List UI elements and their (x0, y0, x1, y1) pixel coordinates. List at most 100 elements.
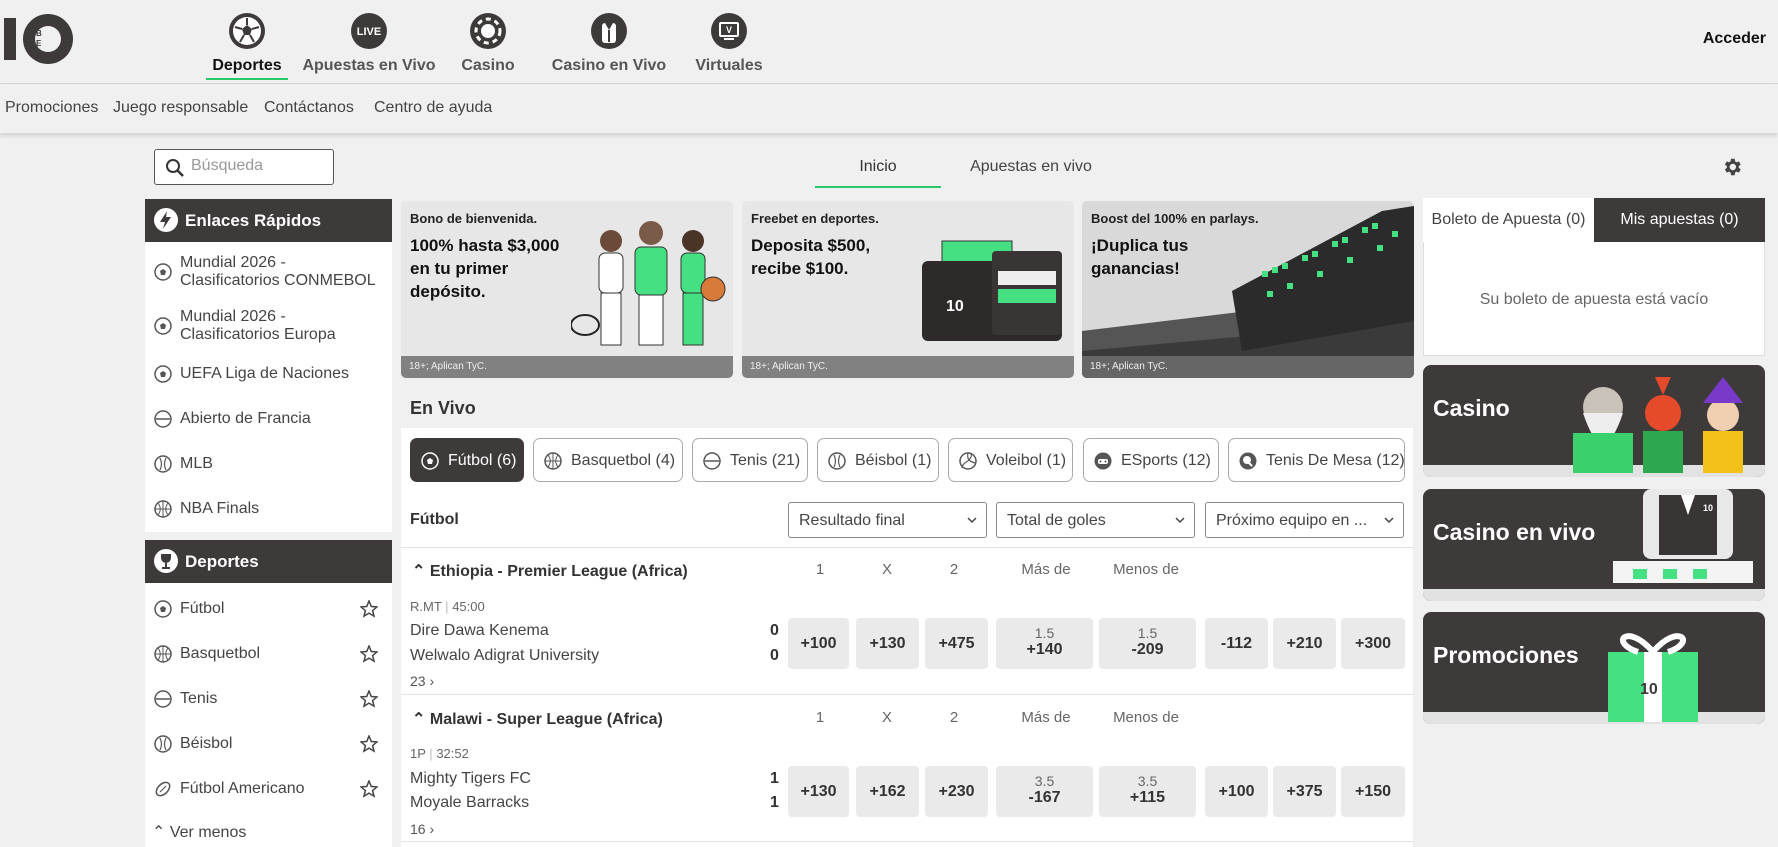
chevron-up-icon: ⌃ (152, 824, 170, 841)
login-link[interactable]: Acceder (1703, 30, 1766, 48)
odd-button-over[interactable]: 3.5 -167 (996, 766, 1093, 817)
soccer-ball-icon (421, 452, 439, 470)
odd-button-under[interactable]: 3.5 +115 (1099, 766, 1196, 817)
league-header[interactable]: ⌃ Ethiopia - Premier League (Africa) (412, 561, 688, 581)
market-select-resultado[interactable]: Resultado final (788, 502, 987, 538)
sidebar-item-beisbol[interactable]: Béisbol (145, 734, 392, 754)
nav-deportes[interactable]: Deportes (206, 12, 288, 80)
athletes-illustration (571, 221, 726, 346)
live-tab-futbol[interactable]: Fútbol (6) (410, 438, 524, 482)
more-markets-link[interactable]: 16 › (410, 821, 434, 837)
promo-card-casino[interactable]: Casino (1423, 365, 1765, 477)
chevron-up-icon: ⌃ (412, 563, 430, 580)
quick-link-item[interactable]: Mundial 2026 - Clasificatorios CONMEBOL (145, 252, 392, 292)
subnav-centro-de-ayuda[interactable]: Centro de ayuda (374, 99, 492, 117)
baseball-icon (154, 455, 172, 473)
star-icon[interactable] (360, 735, 378, 753)
live-tab-basquetbol[interactable]: Basquetbol (4) (533, 438, 683, 482)
scoreboard-illustration (1082, 206, 1414, 378)
soccer-ball-icon (154, 263, 172, 281)
odd-button-next-none[interactable]: +375 (1273, 766, 1336, 817)
card-footer-band (1423, 712, 1765, 724)
live-tab-tenis-de-mesa[interactable]: Tenis De Mesa (12) (1228, 438, 1405, 482)
odd-button-next-none[interactable]: +210 (1273, 618, 1336, 669)
sidebar-item-tenis[interactable]: Tenis (145, 689, 392, 709)
quick-link-item[interactable]: MLB (145, 454, 392, 474)
sidebar-item-futbol-americano[interactable]: Fútbol Americano (145, 779, 392, 799)
live-tab-voleibol[interactable]: Voleibol (1) (948, 438, 1073, 482)
live-tab-esports[interactable]: ESports (12) (1083, 438, 1219, 482)
sidebar-item-label: Fútbol Americano (180, 780, 305, 797)
sidebar-item-basquetbol[interactable]: Basquetbol (145, 644, 392, 664)
subnav-contactanos[interactable]: Contáctanos (264, 99, 354, 117)
show-less-link[interactable]: ⌃ Ver menos (152, 822, 246, 842)
odd-button-away[interactable]: +475 (925, 618, 988, 669)
market-select-proximo-equipo[interactable]: Próximo equipo en ... (1205, 502, 1404, 538)
sports-list: Fútbol Basquetbol Tenis Béisbol Fútbol A… (145, 583, 392, 847)
search-input[interactable] (191, 157, 327, 175)
dropdown-value: Próximo equipo en ... (1216, 512, 1368, 529)
svg-text:10: 10 (1703, 503, 1713, 513)
star-icon[interactable] (360, 780, 378, 798)
search-box[interactable] (154, 149, 334, 185)
tab-my-bets[interactable]: Mis apuestas (0) (1594, 198, 1765, 242)
market-select-total-goles[interactable]: Total de goles (996, 502, 1195, 538)
promo-card-casino-en-vivo[interactable]: Casino en vivo 10 (1423, 489, 1765, 601)
quick-link-item[interactable]: NBA Finals (145, 499, 392, 519)
quick-link-item[interactable]: Abierto de Francia (145, 409, 392, 429)
quick-link-item[interactable]: UEFA Liga de Naciones (145, 364, 392, 384)
odd-button-home[interactable]: +130 (788, 766, 849, 817)
promo-banner-welcome[interactable]: Bono de bienvenida. 100% hasta $3,000 en… (401, 201, 733, 378)
column-header: X (881, 709, 892, 726)
star-icon[interactable] (360, 645, 378, 663)
tab-inicio[interactable]: Inicio (815, 148, 941, 188)
odd-button-over[interactable]: 1.5 +140 (996, 618, 1093, 669)
nav-casino[interactable]: Casino (455, 12, 521, 74)
odd-button-next-home[interactable]: -112 (1205, 618, 1268, 669)
column-header: Menos de (1113, 561, 1179, 578)
nav-casino-en-vivo[interactable]: Casino en Vivo (550, 12, 668, 74)
more-markets-link[interactable]: 23 › (410, 673, 434, 689)
subnav-promociones[interactable]: Promociones (5, 99, 98, 117)
live-tab-label: Tenis (21) (730, 452, 801, 469)
promo-banner-boost[interactable]: Boost del 100% en parlays. ¡Duplica tus … (1082, 201, 1414, 378)
svg-text:10: 10 (1640, 681, 1658, 698)
odd-button-next-away[interactable]: +150 (1341, 766, 1405, 817)
subnav-juego-responsable[interactable]: Juego responsable (113, 99, 248, 117)
nav-apuestas-en-vivo[interactable]: LIVE Apuestas en Vivo (300, 12, 438, 74)
away-team[interactable]: Moyale Barracks (410, 794, 529, 812)
sports-title: Deportes (185, 552, 259, 571)
promo-banner-freebet[interactable]: Freebet en deportes. Deposita $500, reci… (742, 201, 1074, 378)
sidebar-item-futbol[interactable]: Fútbol (145, 599, 392, 619)
soccer-ball-icon (154, 365, 172, 383)
odd-button-under[interactable]: 1.5 -209 (1099, 618, 1196, 669)
sports-header: Deportes (145, 540, 392, 583)
banner-tag: Bono de bienvenida. (410, 211, 538, 226)
sidebar-item-label: Tenis (180, 690, 218, 707)
odd-button-draw[interactable]: +162 (856, 766, 919, 817)
odd-button-next-home[interactable]: +100 (1205, 766, 1268, 817)
nav-virtuales[interactable]: V Virtuales (692, 12, 766, 74)
odd-button-next-away[interactable]: +300 (1341, 618, 1405, 669)
gear-icon[interactable] (1721, 156, 1743, 178)
odd-button-draw[interactable]: +130 (856, 618, 919, 669)
live-tab-beisbol[interactable]: Béisbol (1) (817, 438, 939, 482)
live-tab-tenis[interactable]: Tenis (21) (692, 438, 808, 482)
tab-apuestas-en-vivo[interactable]: Apuestas en vivo (958, 148, 1104, 188)
match-clock: 45:00 (452, 599, 485, 614)
promo-card-promociones[interactable]: Promociones 10 (1423, 612, 1765, 724)
basketball-icon (154, 645, 172, 663)
active-underline (206, 78, 288, 80)
star-icon[interactable] (360, 690, 378, 708)
odd-button-away[interactable]: +230 (925, 766, 988, 817)
tab-bet-slip[interactable]: Boleto de Apuesta (0) (1423, 198, 1594, 242)
home-team[interactable]: Dire Dawa Kenema (410, 622, 549, 640)
star-icon[interactable] (360, 600, 378, 618)
home-team[interactable]: Mighty Tigers FC (410, 770, 531, 788)
10bet-logo[interactable]: B E T (4, 12, 76, 66)
odd-button-home[interactable]: +100 (788, 618, 849, 669)
quick-link-item[interactable]: Mundial 2026 - Clasificatorios Europa (145, 306, 392, 346)
league-header[interactable]: ⌃ Malawi - Super League (Africa) (412, 709, 663, 729)
away-team[interactable]: Welwalo Adigrat University (410, 647, 599, 665)
total-line: 1.5 (1034, 625, 1055, 641)
